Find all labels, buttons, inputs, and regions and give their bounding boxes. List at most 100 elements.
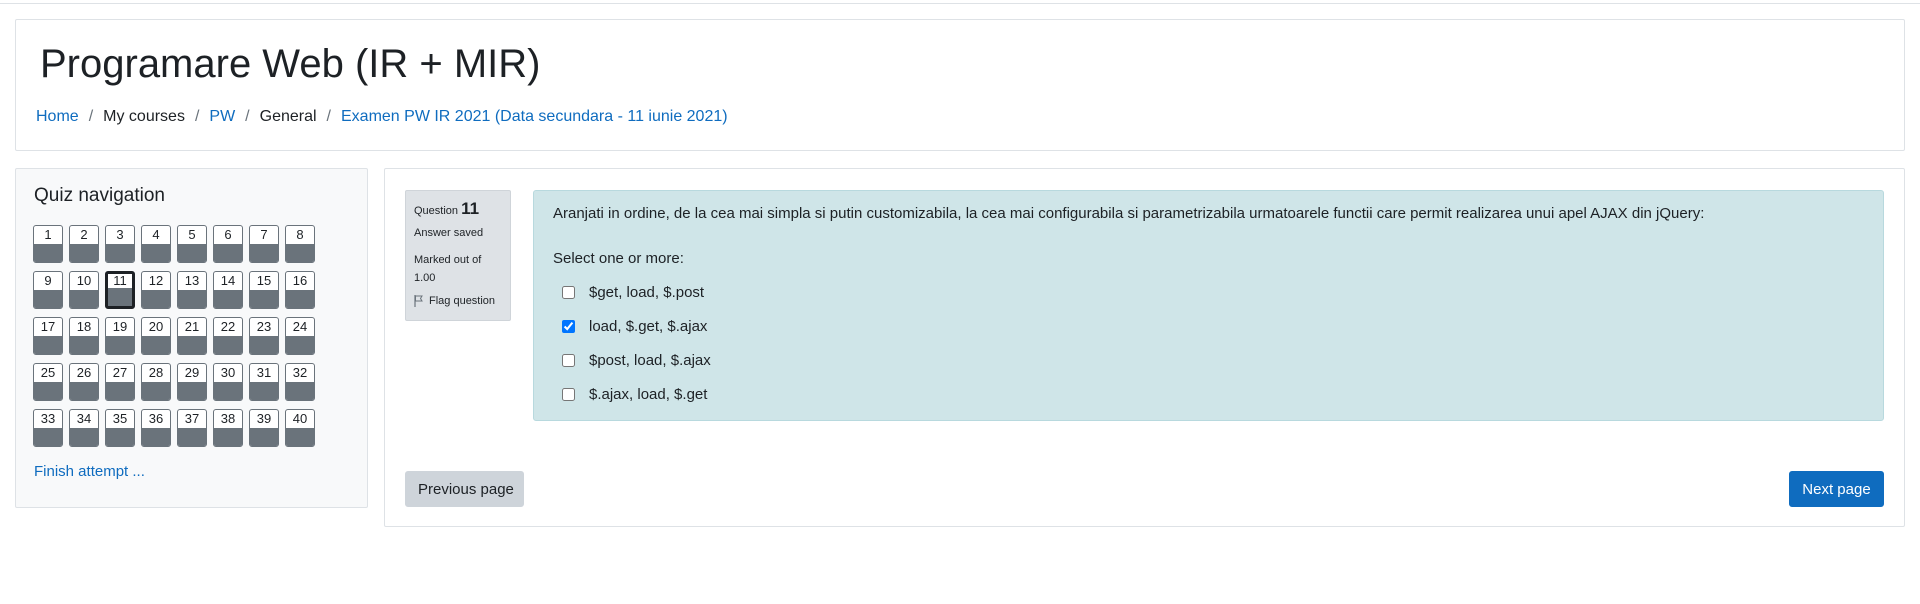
quiz-nav-number: 24	[292, 319, 308, 334]
breadcrumb-item: General	[259, 108, 317, 125]
quiz-nav-number: 16	[292, 273, 308, 288]
quiz-nav-button-13[interactable]: 13	[177, 271, 207, 309]
quiz-nav-number: 37	[184, 411, 200, 426]
answer-label[interactable]: $post, load, $.ajax	[589, 352, 711, 369]
quiz-nav-button-6[interactable]: 6	[213, 225, 243, 263]
quiz-nav-number: 40	[292, 411, 308, 426]
quiz-nav-number: 20	[148, 319, 164, 334]
breadcrumb: Home / My courses / PW / General / Examen PW IR …	[36, 108, 728, 126]
quiz-nav-button-3[interactable]: 3	[105, 225, 135, 263]
quiz-nav-button-8[interactable]: 8	[285, 225, 315, 263]
answer-label[interactable]: $get, load, $.post	[589, 284, 704, 301]
answer-checkbox[interactable]	[562, 387, 575, 401]
question-text: Aranjati in ordine, de la cea mai simpla…	[553, 205, 1705, 222]
quiz-nav-button-39[interactable]: 39	[249, 409, 279, 447]
answer-option: load, $.get, $.ajax	[562, 309, 711, 343]
quiz-nav-button-40[interactable]: 40	[285, 409, 315, 447]
quiz-nav-button-23[interactable]: 23	[249, 317, 279, 355]
quiz-nav-button-34[interactable]: 34	[69, 409, 99, 447]
answer-option: $post, load, $.ajax	[562, 343, 711, 377]
answered-indicator	[70, 290, 98, 308]
answered-indicator	[108, 288, 132, 306]
finish-attempt-link[interactable]: Finish attempt ...	[34, 463, 145, 480]
answered-indicator	[70, 244, 98, 262]
answered-indicator	[142, 290, 170, 308]
quiz-nav-button-2[interactable]: 2	[69, 225, 99, 263]
question-number: 11	[461, 199, 480, 218]
question-grade: Marked out of 1.00	[414, 251, 502, 287]
answer-label[interactable]: $.ajax, load, $.get	[589, 386, 707, 403]
answered-indicator	[214, 290, 242, 308]
quiz-nav-button-38[interactable]: 38	[213, 409, 243, 447]
quiz-nav-button-21[interactable]: 21	[177, 317, 207, 355]
quiz-nav-button-32[interactable]: 32	[285, 363, 315, 401]
breadcrumb-separator: /	[326, 108, 331, 125]
quiz-nav-button-9[interactable]: 9	[33, 271, 63, 309]
quiz-nav-button-31[interactable]: 31	[249, 363, 279, 401]
quiz-nav-button-4[interactable]: 4	[141, 225, 171, 263]
answered-indicator	[34, 382, 62, 400]
quiz-nav-button-10[interactable]: 10	[69, 271, 99, 309]
quiz-nav-button-20[interactable]: 20	[141, 317, 171, 355]
answer-prompt: Select one or more:	[553, 250, 684, 267]
previous-page-button[interactable]: Previous page	[405, 471, 524, 507]
answered-indicator	[70, 428, 98, 446]
quiz-nav-number: 27	[112, 365, 128, 380]
answer-checkbox[interactable]	[562, 285, 575, 299]
answered-indicator	[34, 290, 62, 308]
quiz-nav-number: 35	[112, 411, 128, 426]
answer-label[interactable]: load, $.get, $.ajax	[589, 318, 707, 335]
quiz-nav-button-19[interactable]: 19	[105, 317, 135, 355]
quiz-nav-number: 34	[76, 411, 92, 426]
quiz-nav-button-11[interactable]: 11	[105, 271, 135, 309]
answered-indicator	[286, 290, 314, 308]
quiz-nav-button-1[interactable]: 1	[33, 225, 63, 263]
answered-indicator	[34, 428, 62, 446]
breadcrumb-item[interactable]: Examen PW IR 2021 (Data secundara - 11 i…	[341, 108, 728, 126]
quiz-nav-button-25[interactable]: 25	[33, 363, 63, 401]
quiz-nav-button-12[interactable]: 12	[141, 271, 171, 309]
quiz-nav-button-28[interactable]: 28	[141, 363, 171, 401]
quiz-nav-button-24[interactable]: 24	[285, 317, 315, 355]
quiz-nav-number: 39	[256, 411, 272, 426]
breadcrumb-item[interactable]: PW	[209, 108, 235, 126]
breadcrumb-item[interactable]: Home	[36, 108, 79, 126]
quiz-nav-button-27[interactable]: 27	[105, 363, 135, 401]
quiz-nav-button-36[interactable]: 36	[141, 409, 171, 447]
quiz-nav-button-33[interactable]: 33	[33, 409, 63, 447]
answered-indicator	[286, 336, 314, 354]
quiz-nav-button-26[interactable]: 26	[69, 363, 99, 401]
quiz-nav-button-22[interactable]: 22	[213, 317, 243, 355]
answered-indicator	[250, 336, 278, 354]
quiz-nav-button-16[interactable]: 16	[285, 271, 315, 309]
quiz-nav-button-30[interactable]: 30	[213, 363, 243, 401]
flag-question-toggle[interactable]: Flag question	[414, 295, 502, 307]
answer-checkbox[interactable]	[562, 353, 575, 367]
quiz-nav-number: 14	[220, 273, 236, 288]
quiz-nav-button-15[interactable]: 15	[249, 271, 279, 309]
quiz-nav-button-18[interactable]: 18	[69, 317, 99, 355]
quiz-nav-button-35[interactable]: 35	[105, 409, 135, 447]
answered-indicator	[286, 244, 314, 262]
answered-indicator	[214, 428, 242, 446]
quiz-nav-number: 21	[184, 319, 200, 334]
quiz-nav-number: 12	[148, 273, 164, 288]
answered-indicator	[106, 428, 134, 446]
quiz-nav-button-14[interactable]: 14	[213, 271, 243, 309]
quiz-nav-button-17[interactable]: 17	[33, 317, 63, 355]
answer-checkbox[interactable]	[562, 319, 575, 333]
quiz-nav-button-29[interactable]: 29	[177, 363, 207, 401]
next-page-button[interactable]: Next page	[1789, 471, 1884, 507]
quiz-nav-number: 23	[256, 319, 272, 334]
top-border	[0, 0, 1920, 4]
answered-indicator	[106, 244, 134, 262]
quiz-nav-number: 15	[256, 273, 272, 288]
quiz-nav-number: 36	[148, 411, 164, 426]
quiz-nav-button-7[interactable]: 7	[249, 225, 279, 263]
answered-indicator	[286, 428, 314, 446]
quiz-nav-button-5[interactable]: 5	[177, 225, 207, 263]
breadcrumb-separator: /	[245, 108, 250, 125]
answered-indicator	[142, 428, 170, 446]
answered-indicator	[34, 336, 62, 354]
quiz-nav-button-37[interactable]: 37	[177, 409, 207, 447]
